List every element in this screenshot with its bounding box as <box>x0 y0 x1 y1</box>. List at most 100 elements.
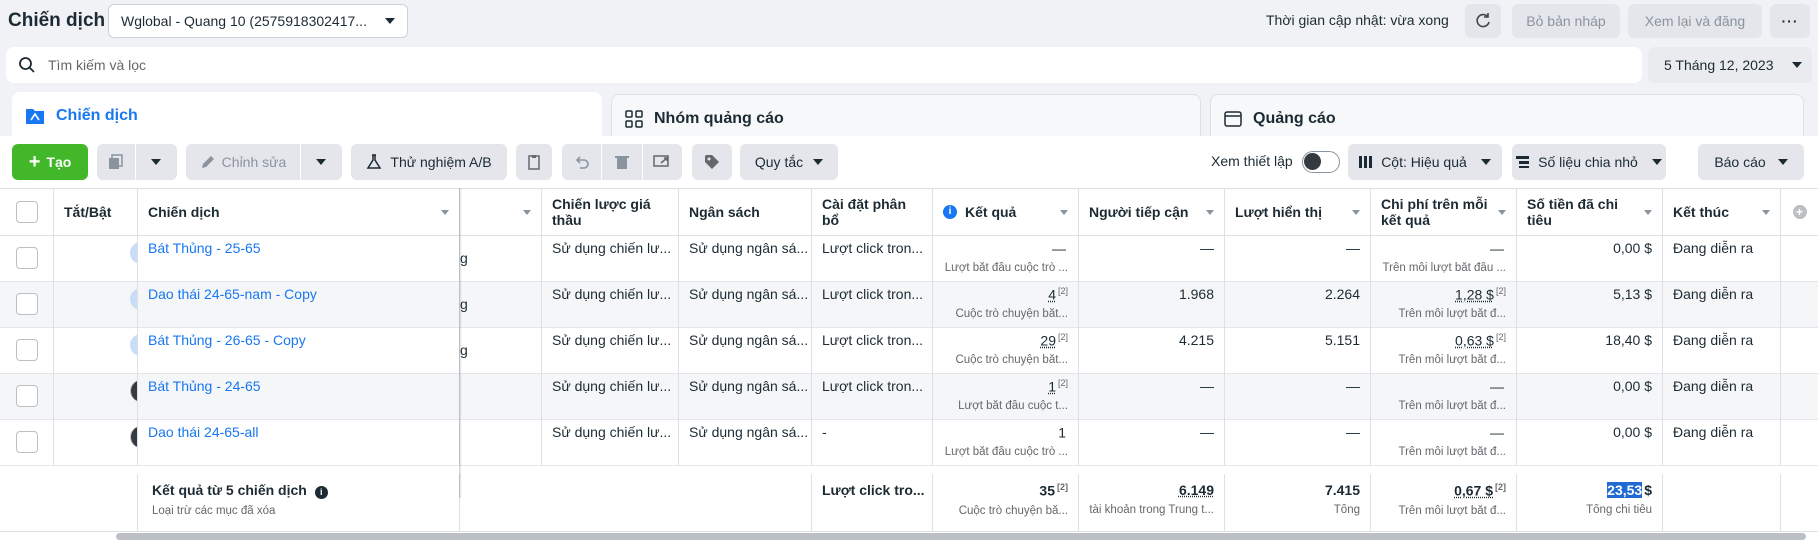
add-column-button[interactable]: + <box>1781 188 1818 236</box>
table-row[interactable]: Bát Thủng - 25-65 g Sử dụng chiến lư... … <box>0 236 1818 282</box>
chevron-down-icon[interactable] <box>136 159 176 165</box>
row-select-cell <box>0 236 54 282</box>
row-checkbox[interactable] <box>16 385 38 407</box>
chevron-down-icon <box>1762 210 1770 215</box>
chevron-down-icon <box>441 210 449 215</box>
export-icon[interactable] <box>643 154 682 170</box>
row-checkbox[interactable] <box>16 339 38 361</box>
discard-draft-button[interactable]: Bỏ bản nháp <box>1512 4 1620 38</box>
cpr-value: 0,63 $ <box>1455 332 1494 349</box>
campaign-link[interactable]: Bát Thủng - 24-65 <box>148 378 261 394</box>
totals-results-sub: Cuộc trò chuyện bắ... <box>958 504 1068 517</box>
columns-icon <box>1359 156 1373 168</box>
attribution-cell: Lượt click tron... <box>812 328 933 374</box>
refresh-button[interactable] <box>1465 4 1501 38</box>
col-budget[interactable]: Ngân sách <box>679 188 812 236</box>
spent-cell: 18,40 $ <box>1517 328 1663 374</box>
row-checkbox[interactable] <box>16 431 38 453</box>
tab-campaigns[interactable]: Chiến dịch <box>12 92 602 140</box>
results-value: 1 <box>1058 424 1066 441</box>
view-setup-label: Xem thiết lập <box>1211 153 1293 169</box>
review-publish-button[interactable]: Xem lại và đăng <box>1628 4 1762 38</box>
duplicate-button[interactable] <box>97 144 177 180</box>
totals-reach-sub: tài khoản trong Trung t... <box>1089 504 1214 516</box>
cpr-cell: — Trên mỗi lượt bắt đầu ... <box>1371 236 1517 282</box>
col-impressions[interactable]: Lượt hiển thị <box>1225 188 1371 236</box>
horizontal-scrollbar[interactable] <box>116 533 1806 540</box>
toggle-knob <box>1304 153 1321 170</box>
tab-adsets[interactable]: Nhóm quảng cáo <box>611 94 1201 142</box>
chevron-down-icon <box>523 210 531 215</box>
trash-icon[interactable] <box>602 154 641 170</box>
campaign-toggle[interactable] <box>130 242 137 264</box>
account-selector[interactable]: Wglobal - Quang 10 (2575918302417... <box>108 4 408 38</box>
col-toggle[interactable]: Tắt/Bật <box>54 188 138 236</box>
col-campaign-label: Chiến dịch <box>148 204 220 220</box>
col-cost-per-result[interactable]: Chi phí trên mỗi kết quả <box>1371 188 1517 236</box>
table-row[interactable]: Dao thái 24-65-all Sử dụng chiến lư... S… <box>0 420 1818 466</box>
tab-label: Quảng cáo <box>1253 109 1336 127</box>
date-range-picker[interactable]: 5 Tháng 12, 2023 <box>1648 47 1812 83</box>
col-ends[interactable]: Kết thúc <box>1663 188 1781 236</box>
totals-cpr-cell: 0,67 $ [2] Trên mỗi lượt bắt đ... <box>1371 474 1517 532</box>
create-button[interactable]: + Tạo <box>12 144 88 180</box>
footnote-marker: [2] <box>1057 332 1068 342</box>
col-campaign[interactable]: Chiến dịch <box>138 188 460 236</box>
ab-test-button[interactable]: Thử nghiệm A/B <box>351 144 507 180</box>
totals-row: Kết quả từ 5 chiến dịch i Loại trừ các m… <box>0 474 1818 532</box>
col-amount-spent[interactable]: Số tiền đã chi tiêu <box>1517 188 1663 236</box>
totals-label-cell: Kết quả từ 5 chiến dịch i Loại trừ các m… <box>138 474 460 532</box>
row-checkbox[interactable] <box>16 293 38 315</box>
totals-label: Kết quả từ 5 chiến dịch <box>152 482 307 498</box>
col-reach[interactable]: Người tiếp cận <box>1079 188 1225 236</box>
col-bid-strategy[interactable]: Chiến lược giá thầu <box>542 188 679 236</box>
campaign-toggle[interactable] <box>130 288 137 310</box>
columns-label: Cột: Hiệu quả <box>1381 154 1467 170</box>
chevron-down-icon[interactable] <box>301 159 341 165</box>
col-attribution[interactable]: Cài đặt phân bổ <box>812 188 933 236</box>
rules-label: Quy tắc <box>754 154 804 170</box>
reports-dropdown[interactable]: Báo cáo <box>1698 144 1804 180</box>
campaign-toggle[interactable] <box>130 380 137 402</box>
tab-ads[interactable]: Quảng cáo <box>1210 94 1804 142</box>
footnote-marker: [2] <box>1057 482 1068 492</box>
clipboard-button[interactable] <box>516 144 552 180</box>
bid-strategy-cell: Sử dụng chiến lư... <box>542 374 679 420</box>
totals-sub: Loại trừ các mục đã xóa <box>152 504 276 517</box>
view-setup-toggle[interactable] <box>1302 151 1340 173</box>
campaign-name-cell: Bát Thủng - 24-65 <box>138 374 460 420</box>
undo-icon[interactable] <box>562 154 601 170</box>
clipboard-icon <box>528 155 540 170</box>
search-bar[interactable]: Tìm kiếm và lọc <box>6 47 1642 83</box>
info-icon[interactable]: i <box>314 485 328 499</box>
totals-spent-currency: $ <box>1644 482 1652 498</box>
partial-cell: g <box>460 282 542 328</box>
grid-icon <box>625 109 643 128</box>
search-placeholder: Tìm kiếm và lọc <box>48 57 147 73</box>
select-all-checkbox[interactable] <box>16 201 38 223</box>
cpr-sub: Trên mỗi lượt bắt đ... <box>1398 399 1507 412</box>
campaign-link[interactable]: Bát Thủng - 25-65 <box>148 240 261 256</box>
campaign-link[interactable]: Bát Thủng - 26-65 - Copy <box>148 332 306 348</box>
col-results[interactable]: i Kết quả <box>933 188 1079 236</box>
campaign-link[interactable]: Dao thái 24-65-all <box>148 424 259 440</box>
col-partial[interactable] <box>460 188 542 236</box>
totals-reach-cell: 6.149 tài khoản trong Trung t... <box>1079 474 1225 532</box>
columns-dropdown[interactable]: Cột: Hiệu quả <box>1348 144 1502 180</box>
results-sub: Cuộc trò chuyện bắt... <box>955 353 1068 366</box>
ends-cell: Đang diễn ra <box>1663 420 1781 466</box>
table-row[interactable]: Dao thái 24-65-nam - Copy g Sử dụng chiế… <box>0 282 1818 328</box>
campaign-toggle[interactable] <box>130 334 137 356</box>
edit-button[interactable]: Chỉnh sửa <box>186 144 342 180</box>
breakdown-dropdown[interactable]: Số liệu chia nhỏ <box>1512 144 1666 180</box>
table-row[interactable]: Bát Thủng - 24-65 Sử dụng chiến lư... Sử… <box>0 374 1818 420</box>
campaign-link[interactable]: Dao thái 24-65-nam - Copy <box>148 286 317 302</box>
campaign-toggle[interactable] <box>130 426 137 448</box>
tag-button[interactable] <box>692 144 732 180</box>
table-row[interactable]: Bát Thủng - 26-65 - Copy g Sử dụng chiến… <box>0 328 1818 374</box>
row-checkbox[interactable] <box>16 247 38 269</box>
row-toggle-cell <box>54 374 138 420</box>
spent-cell: 0,00 $ <box>1517 420 1663 466</box>
more-button[interactable]: ··· <box>1770 4 1810 38</box>
rules-dropdown[interactable]: Quy tắc <box>740 144 838 180</box>
